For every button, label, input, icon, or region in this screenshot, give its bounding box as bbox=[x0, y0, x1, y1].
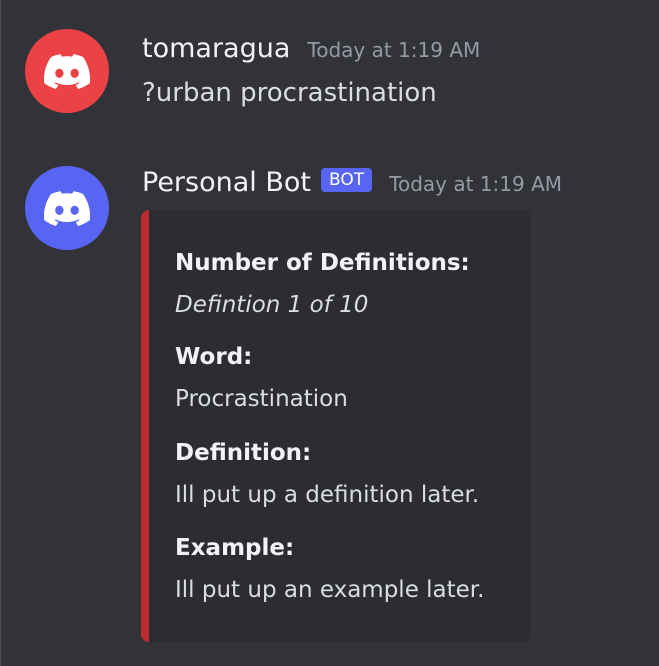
chat-messages: tomaragua Today at 1:19 AM ?urban procra… bbox=[0, 0, 659, 666]
embed-field-name: Word: bbox=[175, 344, 253, 370]
embed-field: Number of Definitions: Defintion 1 of 10 bbox=[175, 248, 521, 320]
embed-field-value: Defintion 1 of 10 bbox=[175, 292, 369, 318]
timestamp[interactable]: Today at 1:19 AM bbox=[307, 38, 480, 62]
embed-field-value: Procrastination bbox=[175, 386, 348, 412]
embed-field-name: Definition: bbox=[175, 440, 312, 466]
avatar[interactable] bbox=[25, 166, 109, 250]
message-user: tomaragua Today at 1:19 AM ?urban procra… bbox=[1, 0, 659, 150]
username[interactable]: Personal Bot bbox=[142, 167, 311, 198]
message-content: ?urban procrastination bbox=[142, 78, 437, 108]
embed: Number of Definitions: Defintion 1 of 10… bbox=[141, 210, 531, 642]
embed-field-value: Ill put up an example later. bbox=[175, 577, 485, 603]
discord-logo-icon bbox=[44, 190, 90, 226]
discord-logo-icon bbox=[44, 53, 90, 89]
timestamp[interactable]: Today at 1:19 AM bbox=[389, 172, 562, 196]
embed-field: Definition: Ill put up a definition late… bbox=[175, 438, 521, 510]
embed-field-name: Example: bbox=[175, 535, 295, 561]
bot-badge: BOT bbox=[321, 168, 373, 192]
embed-field-name: Number of Definitions: bbox=[175, 250, 470, 276]
embed-field: Example: Ill put up an example later. bbox=[175, 533, 521, 605]
username[interactable]: tomaragua bbox=[142, 33, 290, 64]
embed-field: Word: Procrastination bbox=[175, 342, 521, 414]
embed-field-value: Ill put up a definition later. bbox=[175, 482, 480, 508]
avatar[interactable] bbox=[25, 29, 109, 113]
